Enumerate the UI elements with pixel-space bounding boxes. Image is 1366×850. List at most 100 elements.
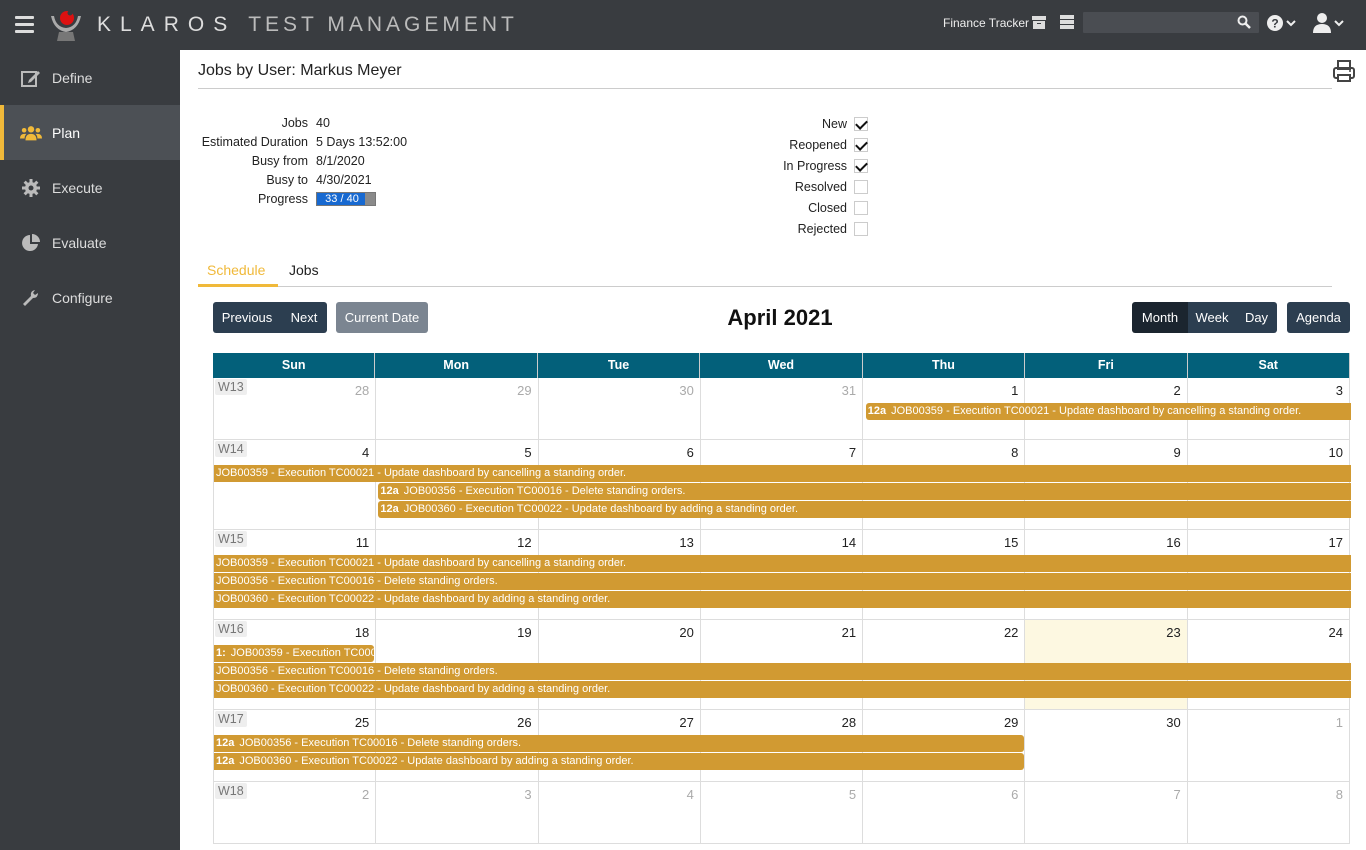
day-number[interactable]: 16	[1166, 535, 1180, 550]
calendar-event[interactable]: 12a JOB00359 - Execution TC00021 - Update…	[865, 403, 1351, 420]
day-number[interactable]: 8	[1011, 445, 1018, 460]
day-view-button[interactable]: Day	[1236, 302, 1277, 333]
day-number[interactable]: 24	[1329, 625, 1343, 640]
week-number[interactable]: W15	[215, 531, 247, 547]
calendar-event[interactable]: JOB00356 - Execution TC00016 - Delete st…	[214, 663, 1351, 680]
filter-checkbox-rejected[interactable]	[854, 221, 868, 236]
day-number[interactable]: 15	[1004, 535, 1018, 550]
print-icon[interactable]	[1332, 58, 1356, 84]
day-number[interactable]: 2	[362, 787, 369, 802]
calendar-day[interactable]: 4	[539, 782, 701, 843]
day-number[interactable]: 3	[1336, 383, 1343, 398]
day-number[interactable]: 30	[1166, 715, 1180, 730]
day-number[interactable]: 9	[1173, 445, 1180, 460]
month-view-button[interactable]: Month	[1132, 302, 1188, 333]
server-icon[interactable]	[1060, 15, 1074, 29]
calendar-event[interactable]: 12a JOB00360 - Execution TC00022 - Update…	[378, 501, 1351, 518]
day-number[interactable]: 5	[524, 445, 531, 460]
day-number[interactable]: 29	[517, 383, 531, 398]
calendar-day[interactable]: 31	[701, 378, 864, 439]
day-number[interactable]: 1	[1011, 383, 1018, 398]
calendar-day[interactable]: 6	[863, 782, 1026, 843]
calendar-day[interactable]: 3	[376, 782, 539, 843]
week-number[interactable]: W18	[215, 783, 247, 799]
current-date-button[interactable]: Current Date	[336, 302, 428, 333]
day-number[interactable]: 14	[842, 535, 856, 550]
day-number[interactable]: 13	[679, 535, 693, 550]
day-number[interactable]: 6	[1011, 787, 1018, 802]
day-number[interactable]: 30	[679, 383, 693, 398]
calendar-day[interactable]: 29	[376, 378, 539, 439]
sidebar-item-evaluate[interactable]: Evaluate	[0, 215, 180, 270]
calendar-day[interactable]: 8	[1188, 782, 1350, 843]
calendar-event[interactable]: JOB00359 - Execution TC00021 - Update da…	[214, 555, 1351, 572]
archive-icon[interactable]	[1032, 15, 1046, 29]
calendar-day[interactable]: 5	[701, 782, 864, 843]
calendar-event[interactable]: JOB00360 - Execution TC00022 - Update da…	[214, 591, 1351, 608]
day-number[interactable]: 20	[679, 625, 693, 640]
day-number[interactable]: 4	[687, 787, 694, 802]
search-input[interactable]	[1083, 12, 1259, 33]
day-number[interactable]: 23	[1166, 625, 1180, 640]
search-icon[interactable]	[1237, 15, 1251, 29]
calendar-day[interactable]: 30	[539, 378, 701, 439]
day-number[interactable]: 18	[355, 625, 369, 640]
week-number[interactable]: W13	[215, 379, 247, 395]
day-number[interactable]: 19	[517, 625, 531, 640]
calendar-event[interactable]: JOB00359 - Execution TC00021 - Update da…	[214, 465, 1351, 482]
week-number[interactable]: W14	[215, 441, 247, 457]
day-number[interactable]: 11	[356, 535, 370, 550]
day-number[interactable]: 17	[1329, 535, 1343, 550]
user-menu-icon[interactable]	[1313, 13, 1347, 33]
help-menu-icon[interactable]: ?	[1267, 14, 1299, 32]
calendar-event[interactable]: 12a JOB00356 - Execution TC00016 - Delete…	[214, 735, 1025, 752]
day-number[interactable]: 25	[355, 715, 369, 730]
day-number[interactable]: 29	[1004, 715, 1018, 730]
day-number[interactable]: 8	[1336, 787, 1343, 802]
day-number[interactable]: 7	[849, 445, 856, 460]
tab-jobs[interactable]: Jobs	[289, 262, 319, 278]
day-number[interactable]: 1	[1336, 715, 1343, 730]
day-number[interactable]: 22	[1004, 625, 1018, 640]
day-number[interactable]: 7	[1173, 787, 1180, 802]
filter-checkbox-reopened[interactable]	[854, 137, 868, 152]
day-number[interactable]: 4	[362, 445, 369, 460]
calendar-day[interactable]: 1	[1188, 710, 1350, 781]
previous-button[interactable]: Previous	[213, 302, 281, 333]
day-number[interactable]: 6	[687, 445, 694, 460]
filter-checkbox-resolved[interactable]	[854, 179, 868, 194]
next-button[interactable]: Next	[281, 302, 327, 333]
day-number[interactable]: 2	[1173, 383, 1180, 398]
calendar-event[interactable]: 12a JOB00360 - Execution TC00022 - Update…	[214, 753, 1025, 770]
day-number[interactable]: 10	[1329, 445, 1343, 460]
day-number[interactable]: 3	[524, 787, 531, 802]
sidebar-item-plan[interactable]: Plan	[0, 105, 180, 160]
day-number[interactable]: 26	[517, 715, 531, 730]
week-number[interactable]: W17	[215, 711, 247, 727]
project-selector[interactable]: Finance Tracker	[943, 16, 1029, 30]
day-number[interactable]: 5	[849, 787, 856, 802]
sidebar-item-configure[interactable]: Configure	[0, 270, 180, 325]
day-number[interactable]: 28	[355, 383, 369, 398]
calendar-event[interactable]: 1: JOB00359 - Execution TC00021	[214, 645, 375, 662]
filter-checkbox-in-progress[interactable]	[854, 158, 868, 173]
calendar-event[interactable]: JOB00360 - Execution TC00022 - Update da…	[214, 681, 1351, 698]
filter-checkbox-closed[interactable]	[854, 200, 868, 215]
day-number[interactable]: 21	[842, 625, 856, 640]
day-number[interactable]: 28	[842, 715, 856, 730]
sidebar-item-execute[interactable]: Execute	[0, 160, 180, 215]
tab-schedule[interactable]: Schedule	[198, 262, 278, 287]
calendar-event[interactable]: JOB00356 - Execution TC00016 - Delete st…	[214, 573, 1351, 590]
day-number[interactable]: 31	[842, 383, 856, 398]
week-number[interactable]: W16	[215, 621, 247, 637]
hamburger-menu-icon[interactable]	[15, 16, 34, 33]
calendar-day[interactable]: 30	[1025, 710, 1188, 781]
week-view-button[interactable]: Week	[1188, 302, 1236, 333]
agenda-view-button[interactable]: Agenda	[1287, 302, 1350, 333]
calendar-day[interactable]: 7	[1025, 782, 1188, 843]
filter-checkbox-new[interactable]	[854, 116, 868, 131]
day-number[interactable]: 12	[517, 535, 531, 550]
calendar-event[interactable]: 12a JOB00356 - Execution TC00016 - Delete…	[378, 483, 1351, 500]
day-number[interactable]: 27	[679, 715, 693, 730]
sidebar-item-define[interactable]: Define	[0, 50, 180, 105]
